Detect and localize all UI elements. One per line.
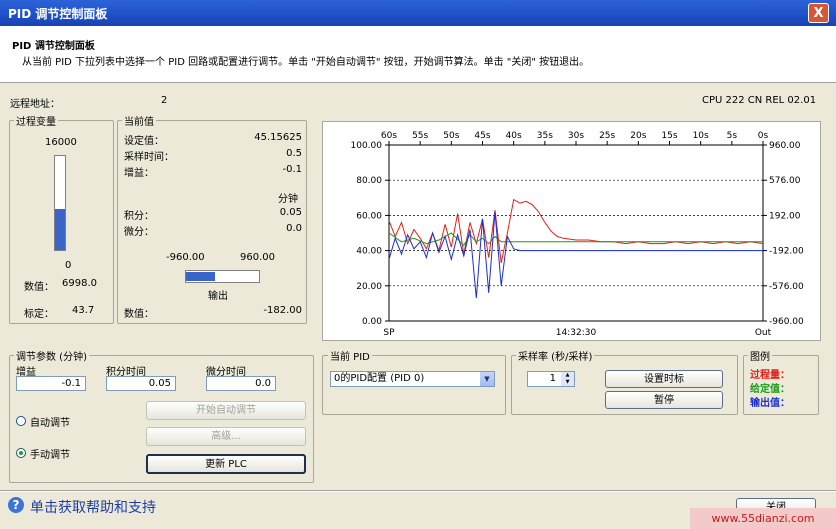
header-description: 从当前 PID 下拉列表中选择一个 PID 回路或配置进行调节。单击 "开始自动… (22, 57, 590, 68)
x-tick-label: 40s (506, 131, 522, 141)
x-tick-label: 5s (727, 131, 738, 141)
y-right-tick-label: -960.00 (769, 317, 804, 327)
current-pid-title: 当前 PID (328, 348, 372, 363)
y-left-tick-label: 20.00 (356, 282, 382, 292)
x-tick-label: 10s (693, 131, 709, 141)
plot-area (388, 144, 764, 322)
y-left-tick-label: 60.00 (356, 211, 382, 221)
auto-tune-label: 自动调节 (30, 418, 70, 429)
gain-label: 增益： (124, 168, 154, 179)
x-tick-label: 35s (537, 131, 553, 141)
window-title: PID 调节控制面板 (8, 7, 108, 21)
pv-max-label: 16000 (45, 137, 77, 148)
x-tick-label: 15s (661, 131, 677, 141)
manual-tune-label: 手动调节 (30, 450, 70, 461)
start-auto-tune-button[interactable]: 开始自动调节 (146, 401, 306, 420)
output-bar (185, 270, 260, 283)
pv-scale: 43.7 (72, 305, 95, 316)
footer-separator (0, 490, 836, 492)
legend-pv: 过程量： (750, 370, 790, 381)
pv-min-label: 0 (65, 260, 72, 271)
sample-rate-input[interactable]: 1 ▲ ▼ (527, 371, 575, 387)
y-right-tick-label: 576.00 (769, 176, 801, 186)
x-tick-label: 55s (412, 131, 428, 141)
y-right-tick-label: -576.00 (769, 282, 804, 292)
output-bar-fill (186, 272, 216, 281)
remote-address-label: 远程地址： (10, 99, 60, 110)
x-tick-label: 60s (381, 131, 397, 141)
legend-output: 输出值： (750, 398, 790, 409)
y-left-tick-label: 40.00 (356, 247, 382, 257)
pv-value: 6998.0 (62, 278, 97, 289)
tuning-integral-input[interactable]: 0.05 (106, 376, 176, 391)
setpoint-value: 45.15625 (254, 132, 302, 143)
x-tick-label: 20s (630, 131, 646, 141)
output-min-label: -960.00 (166, 252, 205, 263)
y-right-tick-label: -192.00 (769, 247, 804, 257)
output-label: 输出 (208, 291, 228, 302)
cpu-version: CPU 222 CN REL 02.01 (702, 95, 817, 106)
x-tick-label: 25s (599, 131, 615, 141)
pv-scale-label: 标定： (24, 309, 54, 320)
x-bottom-right-label: Out (755, 328, 772, 338)
header-heading: PID 调节控制面板 (12, 41, 95, 52)
minutes-label: 分钟 (278, 194, 298, 205)
chevron-down-icon[interactable]: ▼ (480, 372, 494, 386)
legend-sp: 给定值： (750, 384, 790, 395)
tuning-derivative-input[interactable]: 0.0 (206, 376, 276, 391)
pv-bar (54, 155, 66, 251)
set-marker-button[interactable]: 设置时标 (605, 370, 723, 388)
setpoint-label: 设定值： (124, 136, 164, 147)
help-link[interactable]: 单击获取帮助和支持 (30, 497, 156, 517)
pause-button[interactable]: 暂停 (605, 391, 723, 409)
y-left-tick-label: 100.00 (351, 141, 383, 151)
derivative-label: 微分： (124, 227, 154, 238)
current-pid-select[interactable]: 0的PID配置 (PID 0) ▼ (330, 371, 495, 387)
y-right-tick-label: 960.00 (769, 141, 801, 151)
current-values-title: 当前值 (122, 113, 156, 128)
tuning-params-title: 调节参数 (分钟) (14, 348, 89, 363)
gain-value: -0.1 (282, 164, 302, 175)
sample-rate-title: 采样率 (秒/采样) (516, 348, 595, 363)
manual-tune-radio[interactable] (16, 448, 26, 458)
legend-title: 图例 (748, 348, 772, 363)
remote-address-value: 2 (161, 95, 168, 106)
x-tick-label: 0s (758, 131, 769, 141)
spin-down-icon[interactable]: ▼ (561, 379, 574, 386)
trend-chart-frame: 100.00 960.00 80.00 576.00 60.00 192.00 40.00 -… (322, 121, 821, 341)
x-tick-label: 45s (474, 131, 490, 141)
help-icon[interactable]: ? (8, 497, 24, 513)
x-bottom-left-label: SP (383, 328, 395, 338)
integral-label: 积分： (124, 211, 154, 222)
sample-time-label: 采样时间： (124, 152, 174, 163)
trend-chart: 100.00 960.00 80.00 576.00 60.00 192.00 40.00 -… (351, 131, 805, 338)
x-tick-label: 50s (443, 131, 459, 141)
spin-up-icon[interactable]: ▲ (561, 372, 574, 379)
auto-tune-radio[interactable] (16, 416, 26, 426)
x-tick-label: 30s (568, 131, 584, 141)
pv-value-label: 数值： (24, 282, 54, 293)
title-bar: PID 调节控制面板 X (0, 0, 836, 26)
integral-value: 0.05 (279, 207, 302, 218)
pv-bar-fill (55, 208, 65, 250)
advanced-button[interactable]: 高级... (146, 427, 306, 446)
process-variable-title: 过程变量 (14, 113, 58, 128)
watermark: www.55dianzi.com (690, 508, 836, 529)
update-plc-button[interactable]: 更新 PLC (146, 454, 306, 474)
y-right-tick-label: 192.00 (769, 211, 801, 221)
current-pid-selected: 0的PID配置 (PID 0) (334, 373, 425, 384)
x-bottom-time-label: 14:32:30 (556, 328, 597, 338)
tuning-gain-input[interactable]: -0.1 (16, 376, 86, 391)
dialog-header: PID 调节控制面板 从当前 PID 下拉列表中选择一个 PID 回路或配置进行… (0, 26, 836, 83)
window-close-button[interactable]: X (808, 3, 829, 23)
output-max-label: 960.00 (240, 252, 275, 263)
output-value-label: 数值： (124, 309, 154, 320)
y-left-tick-label: 80.00 (356, 176, 382, 186)
output-value: -182.00 (263, 305, 302, 316)
derivative-value: 0.0 (286, 223, 302, 234)
y-left-tick-label: 0.00 (362, 317, 382, 327)
sample-rate-value: 1 (549, 373, 556, 384)
sample-time-value: 0.5 (286, 148, 302, 159)
